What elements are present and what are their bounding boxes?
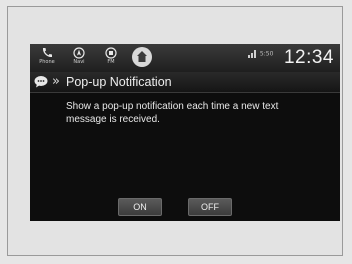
- phone-icon: [32, 47, 62, 59]
- phone-label: Phone: [39, 59, 55, 65]
- navi-label: Navi: [73, 59, 85, 65]
- off-button[interactable]: OFF: [188, 198, 232, 216]
- status-area: 5:50: [248, 50, 284, 64]
- radio-icon: [96, 47, 126, 59]
- signal-icon: [248, 50, 260, 58]
- phone-button[interactable]: Phone: [32, 46, 62, 70]
- fm-button[interactable]: FM: [96, 46, 126, 70]
- message-bubble-icon: [34, 75, 48, 88]
- navi-button[interactable]: Navi: [64, 46, 94, 70]
- on-button[interactable]: ON: [118, 198, 162, 216]
- status-info: 5:50: [259, 50, 274, 58]
- home-button[interactable]: [132, 47, 152, 67]
- top-bar: Phone Navi FM 5:50 12:34: [30, 44, 340, 72]
- clock: 12:34: [283, 47, 334, 68]
- setting-description: Show a pop-up notification each time a n…: [66, 101, 279, 125]
- navi-icon: [64, 47, 94, 59]
- page-title: Pop-up Notification: [66, 75, 172, 89]
- display-screen: Phone Navi FM 5:50 12:34 » Pop-up Notifi…: [30, 44, 340, 221]
- fm-label: FM: [107, 59, 115, 65]
- home-icon: [132, 51, 152, 71]
- breadcrumb-chevron-icon: »: [52, 74, 60, 89]
- title-bar: » Pop-up Notification: [30, 72, 340, 93]
